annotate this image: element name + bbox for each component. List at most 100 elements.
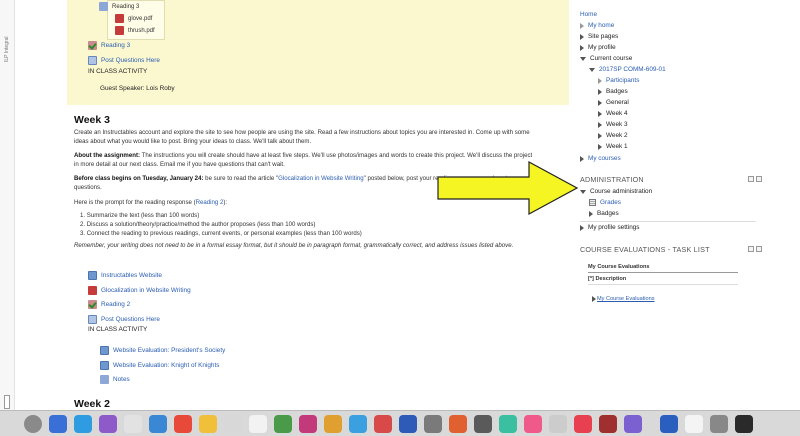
chevron-right-icon[interactable] [598, 88, 602, 95]
launchpad-icon[interactable] [49, 415, 67, 433]
nav-item-label[interactable]: My home [588, 22, 614, 29]
itunes-icon[interactable] [524, 415, 542, 433]
grades-link[interactable]: Grades [600, 199, 621, 206]
chevron-down-icon[interactable] [580, 56, 586, 61]
reading-3-link[interactable]: Reading 3 [101, 42, 130, 49]
reading-2-link[interactable]: Reading 2 [101, 301, 130, 308]
instructables-activity[interactable]: Instructables Website [88, 271, 162, 280]
chevron-right-icon[interactable] [598, 110, 602, 117]
reading-3-activity[interactable]: Reading 3 [88, 41, 130, 50]
chevron-right-icon[interactable] [598, 132, 602, 139]
folder-label[interactable]: Reading 3 [112, 4, 139, 10]
contacts-icon[interactable] [224, 415, 242, 433]
instructables-link[interactable]: Instructables Website [101, 272, 162, 279]
nav-item-label[interactable]: Current course [590, 55, 632, 62]
evaluation-1-link[interactable]: Website Evaluation: President's Society [113, 347, 225, 354]
hide-block-icon[interactable] [756, 176, 762, 182]
file-row[interactable]: glove.pdf [115, 14, 152, 23]
chevron-right-icon[interactable] [580, 224, 584, 231]
forum-activity[interactable]: Post Questions Here [88, 56, 160, 65]
nav-my-home[interactable]: My home [580, 22, 614, 29]
course-code-link[interactable]: 2017SP COMM-609-01 [599, 66, 666, 73]
preview-icon[interactable] [549, 415, 567, 433]
my-courses-link[interactable]: My courses [588, 155, 621, 162]
nav-item-label[interactable]: My profile [588, 44, 616, 51]
finder-icon[interactable] [24, 415, 42, 433]
reading-2-activity[interactable]: Reading 2 [88, 300, 130, 309]
folder-row[interactable]: Reading 3 [99, 2, 139, 11]
nav-course-administration[interactable]: Course administration [580, 188, 652, 195]
nav-profile-settings[interactable]: My profile settings [580, 224, 640, 231]
notes-link[interactable]: Notes [113, 376, 130, 383]
numbers-icon[interactable] [499, 415, 517, 433]
block-controls[interactable] [748, 246, 762, 252]
word-doc-icon[interactable] [660, 415, 678, 433]
calendar-icon[interactable] [174, 415, 192, 433]
app-icon[interactable] [99, 415, 117, 433]
stickies-icon[interactable] [199, 415, 217, 433]
nav-item-label[interactable]: General [606, 99, 629, 106]
chevron-right-icon[interactable] [589, 210, 593, 217]
profile-settings-label[interactable]: My profile settings [588, 224, 640, 231]
evaluations-link-row[interactable]: My Course Evaluations [592, 296, 655, 302]
preferences-icon[interactable] [424, 415, 442, 433]
messages-icon[interactable] [324, 415, 342, 433]
chevron-right-icon[interactable] [598, 99, 602, 106]
evaluation-2-link[interactable]: Website Evaluation: Knight of Knights [113, 362, 219, 369]
chevron-right-icon[interactable] [580, 44, 584, 51]
nav-item-label[interactable]: Week 3 [606, 121, 628, 128]
nav-item-label[interactable]: Week 1 [606, 143, 628, 150]
books-icon[interactable] [599, 415, 617, 433]
pages-icon[interactable] [449, 415, 467, 433]
nav-course-code[interactable]: 2017SP COMM-609-01 [589, 66, 666, 73]
facetime-icon[interactable] [349, 415, 367, 433]
hide-block-icon[interactable] [756, 246, 762, 252]
block-controls[interactable] [748, 176, 762, 182]
forum-link[interactable]: Post Questions Here [101, 57, 160, 64]
admin-badges-label[interactable]: Badges [597, 210, 619, 217]
forum-activity[interactable]: Post Questions Here [88, 315, 160, 324]
folder-icon[interactable] [710, 415, 728, 433]
safari-icon[interactable] [74, 415, 92, 433]
nav-home[interactable]: Home [580, 11, 597, 18]
gutter-scroll-handle[interactable] [4, 395, 10, 409]
nav-my-courses[interactable]: My courses [580, 155, 621, 162]
photos-icon[interactable] [299, 415, 317, 433]
nav-course-item[interactable]: Week 4 [598, 110, 628, 117]
nav-home-link[interactable]: Home [580, 11, 597, 18]
notes-icon[interactable] [124, 415, 142, 433]
glocalization-activity[interactable]: Glocalization in Website Writing [88, 286, 191, 295]
document-icon[interactable] [685, 415, 703, 433]
nav-item-label[interactable]: Week 4 [606, 110, 628, 117]
evaluations-link[interactable]: My Course Evaluations [597, 296, 655, 302]
nav-item-label[interactable]: Site pages [588, 33, 618, 40]
nav-course-item[interactable]: Week 1 [598, 143, 628, 150]
notes-activity[interactable]: Notes [100, 375, 130, 384]
terminal-icon[interactable] [474, 415, 492, 433]
glocalization-link[interactable]: Glocalization in Website Writing [101, 287, 191, 294]
participants-link[interactable]: Participants [606, 77, 639, 84]
chevron-right-icon[interactable] [598, 121, 602, 128]
nav-course-item[interactable]: Badges [598, 88, 628, 95]
file-row[interactable]: thrush.pdf [115, 26, 155, 35]
chevron-down-icon[interactable] [580, 189, 586, 194]
reading-2-inline-link[interactable]: Reading 2 [196, 199, 224, 206]
nav-admin-badges[interactable]: Badges [589, 210, 619, 217]
file-label[interactable]: thrush.pdf [128, 28, 155, 34]
evaluation-2-activity[interactable]: Website Evaluation: Knight of Knights [100, 361, 219, 370]
nav-participants[interactable]: Participants [598, 77, 639, 84]
nav-site-pages[interactable]: Site pages [580, 33, 618, 40]
chevron-right-icon[interactable] [580, 155, 584, 162]
evaluation-1-activity[interactable]: Website Evaluation: President's Society [100, 346, 225, 355]
chevron-down-icon[interactable] [589, 67, 595, 72]
reminders-icon[interactable] [249, 415, 267, 433]
keynote-icon[interactable] [574, 415, 592, 433]
maps-icon[interactable] [274, 415, 292, 433]
dock-block-icon[interactable] [748, 246, 754, 252]
glocalization-inline-link[interactable]: Glocalization in Website Writing [278, 175, 363, 182]
file-label[interactable]: glove.pdf [128, 16, 152, 22]
nav-current-course[interactable]: Current course [580, 55, 632, 62]
word-icon[interactable] [399, 415, 417, 433]
forum-link[interactable]: Post Questions Here [101, 316, 160, 323]
mail-icon[interactable] [149, 415, 167, 433]
